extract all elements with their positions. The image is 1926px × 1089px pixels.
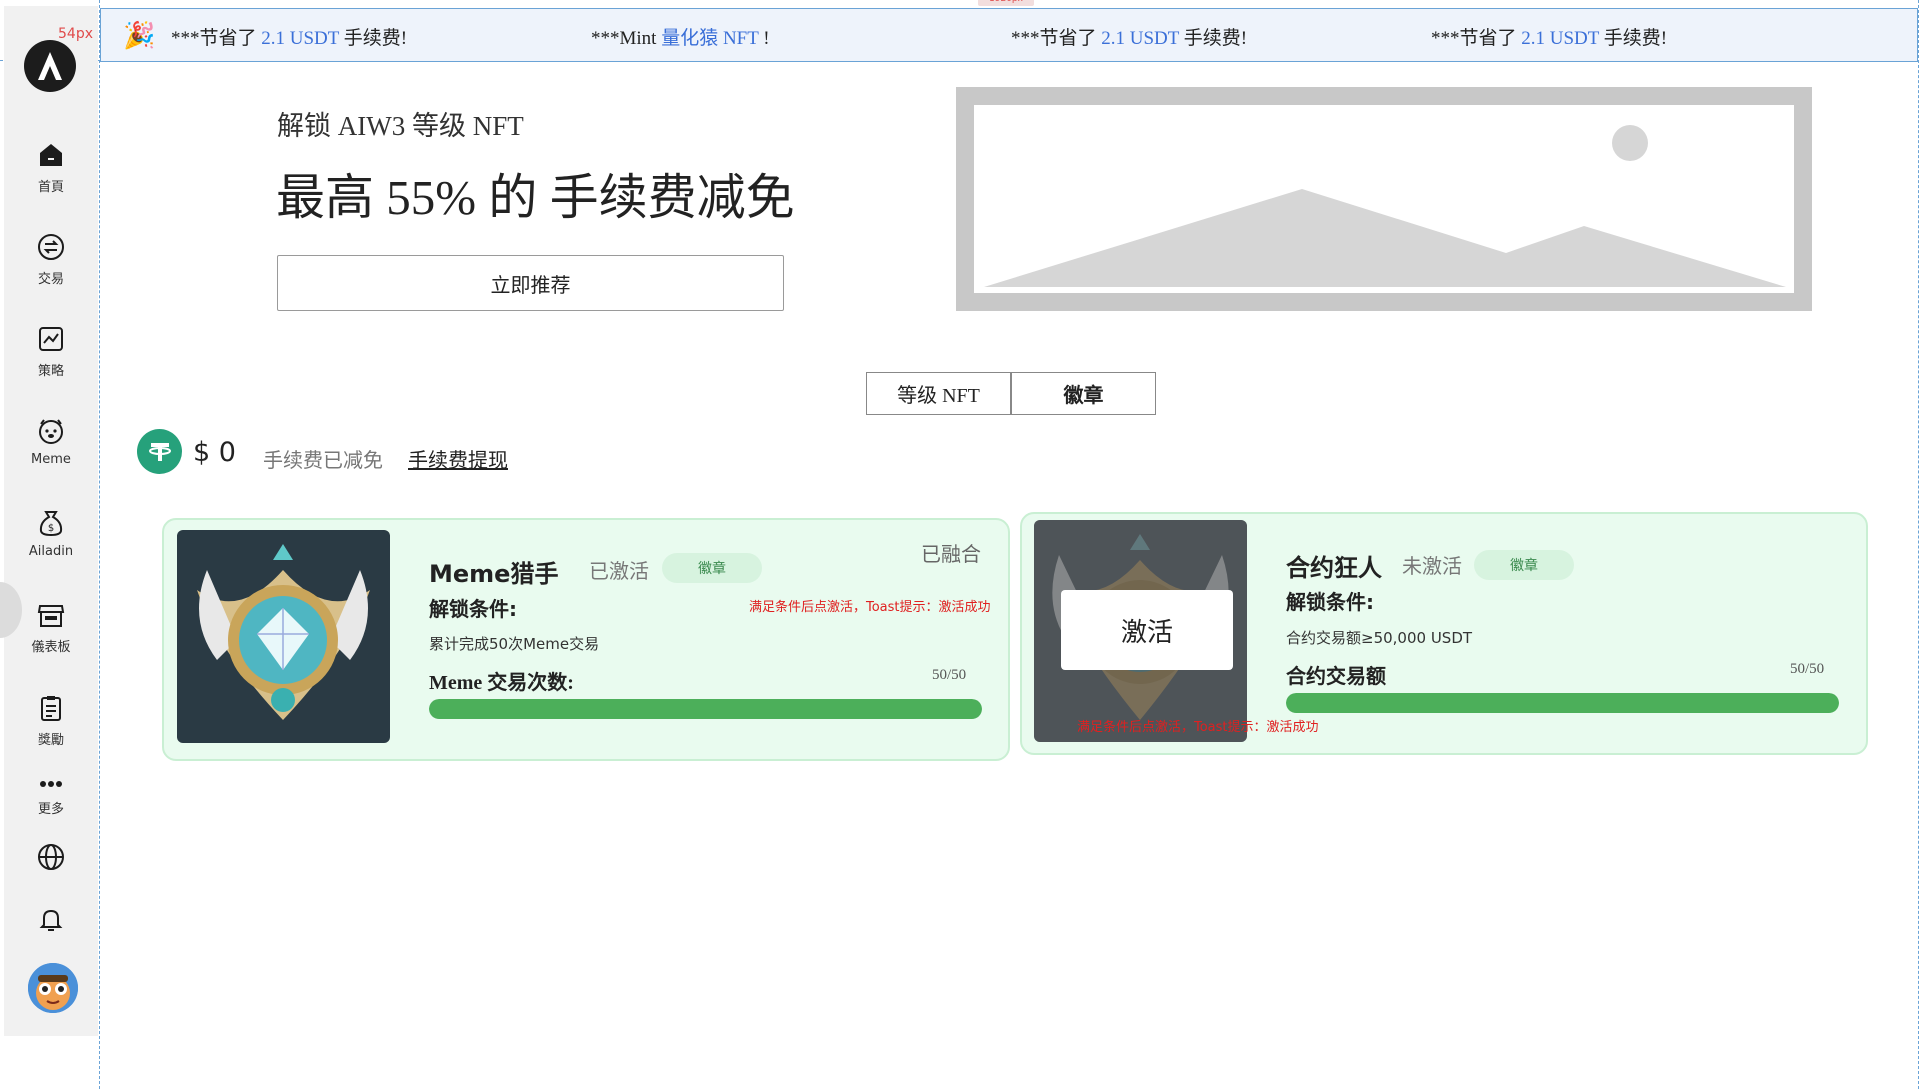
globe-icon bbox=[38, 844, 64, 870]
layout-guide bbox=[1918, 0, 1919, 1089]
width-annotation: 1920px bbox=[978, 0, 1034, 6]
sidebar-item-label: 更多 bbox=[37, 802, 64, 817]
badge-card: Meme猎手 已激活 徽章 已融合 解锁条件: 满足条件后点激活，Toast提示… bbox=[162, 518, 1010, 761]
sidebar-item-label: 首頁 bbox=[37, 180, 64, 195]
app-logo[interactable] bbox=[24, 40, 76, 92]
announcement-ticker: 🎉 ***节省了 2.1 USDT 手续费! ***Mint 量化猿 NFT !… bbox=[100, 8, 1918, 62]
sidebar-item-label: 獎勵 bbox=[37, 733, 64, 748]
progress-metric-label: 合约交易额 bbox=[1286, 664, 1386, 688]
activate-button[interactable]: 激活 bbox=[1061, 590, 1233, 670]
badge-status: 未激活 bbox=[1402, 554, 1462, 578]
badge-image bbox=[177, 530, 390, 743]
sidebar-item-home[interactable]: 首頁 bbox=[4, 140, 98, 195]
sidebar-item-trade[interactable]: 交易 bbox=[4, 232, 98, 287]
usdt-icon bbox=[137, 429, 182, 474]
home-icon bbox=[40, 144, 62, 166]
progress-bar-fill bbox=[429, 699, 982, 719]
hero-subtitle: 解锁 AIW3 等级 NFT bbox=[277, 111, 524, 141]
badge-card: 激活 满足条件后点激活，Toast提示：激活成功 合约狂人 未激活 徽章 解锁条… bbox=[1020, 512, 1868, 755]
badge-title: 合约狂人 bbox=[1286, 554, 1382, 582]
progress-count: 50/50 bbox=[932, 667, 967, 683]
sidebar-item-label: 儀表板 bbox=[31, 640, 71, 655]
diamond-badge-icon bbox=[177, 530, 390, 743]
fee-withdraw-link[interactable]: 手续费提现 bbox=[408, 444, 508, 473]
clipboard-icon bbox=[41, 696, 61, 721]
progress-bar bbox=[429, 699, 982, 719]
svg-text:$: $ bbox=[48, 523, 54, 534]
design-note: 满足条件后点激活，Toast提示：激活成功 bbox=[1077, 720, 1319, 735]
sidebar-item-more[interactable]: 更多 bbox=[4, 776, 98, 817]
sidebar-item-rewards[interactable]: 獎勵 bbox=[4, 693, 98, 748]
merged-status: 已融合 bbox=[921, 542, 981, 566]
width-annotation: 54px bbox=[58, 26, 93, 42]
unlock-condition-text: 合约交易额≥50,000 USDT bbox=[1286, 629, 1473, 647]
sidebar-item-label: Ailadin bbox=[28, 544, 74, 559]
unlock-condition-label: 解锁条件: bbox=[1286, 590, 1374, 614]
ticker-message: ***节省了 2.1 USDT 手续费! bbox=[1431, 28, 1668, 49]
badge-status: 已激活 bbox=[589, 559, 649, 583]
hero-title: 最高 55% 的 手续费减免 bbox=[276, 170, 795, 225]
layout-guide bbox=[99, 0, 100, 1089]
image-placeholder-icon bbox=[984, 125, 1786, 287]
more-icon bbox=[40, 781, 62, 787]
swap-icon bbox=[38, 234, 64, 260]
dog-icon bbox=[39, 419, 63, 444]
progress-metric-label: Meme 交易次数: bbox=[429, 672, 574, 694]
avatar-image bbox=[28, 963, 78, 1013]
tether-glyph bbox=[148, 442, 171, 461]
chart-icon bbox=[39, 327, 63, 351]
ticker-message: ***节省了 2.1 USDT 手续费! bbox=[171, 28, 408, 49]
badge-type-pill: 徽章 bbox=[1474, 550, 1574, 580]
savings-amount: $ 0 bbox=[193, 437, 236, 468]
notifications-button[interactable] bbox=[4, 904, 98, 934]
sidebar: 首頁 交易 策略 Meme $ Ailadin 儀表板 獎勵 更多 bbox=[4, 6, 98, 1036]
progress-bar-fill bbox=[1286, 693, 1839, 713]
ticker-message: ***Mint 量化猿 NFT ! bbox=[591, 28, 770, 49]
tab-level-nft[interactable]: 等级 NFT bbox=[866, 372, 1011, 415]
ticker-message: ***节省了 2.1 USDT 手续费! bbox=[1011, 28, 1248, 49]
refer-now-button[interactable]: 立即推荐 bbox=[277, 255, 784, 311]
savings-label: 手续费已减免 bbox=[263, 448, 383, 472]
logo-icon bbox=[38, 52, 62, 80]
sidebar-item-label: 策略 bbox=[37, 364, 64, 379]
bell-icon bbox=[39, 909, 63, 931]
unlock-condition-label: 解锁条件: bbox=[429, 597, 517, 621]
avatar[interactable] bbox=[28, 963, 78, 1013]
sidebar-item-strategy[interactable]: 策略 bbox=[4, 324, 98, 379]
party-popper-icon: 🎉 bbox=[123, 21, 156, 51]
language-button[interactable] bbox=[4, 842, 98, 872]
unlock-condition-text: 累计完成50次Meme交易 bbox=[429, 635, 600, 653]
sidebar-item-meme[interactable]: Meme bbox=[4, 416, 98, 467]
money-bag-icon: $ bbox=[39, 511, 63, 537]
design-note: 满足条件后点激活，Toast提示：激活成功 bbox=[749, 600, 991, 615]
tab-badges[interactable]: 徽章 bbox=[1011, 372, 1156, 415]
progress-bar bbox=[1286, 693, 1839, 713]
sidebar-item-ailadin[interactable]: $ Ailadin bbox=[4, 508, 98, 559]
hero-image-placeholder bbox=[956, 87, 1812, 311]
sidebar-item-label: 交易 bbox=[37, 272, 64, 287]
storefront-icon bbox=[37, 605, 65, 627]
badge-type-pill: 徽章 bbox=[662, 553, 762, 583]
sidebar-item-label: Meme bbox=[31, 452, 71, 467]
badge-title: Meme猎手 bbox=[429, 560, 559, 588]
progress-count: 50/50 bbox=[1790, 661, 1825, 677]
